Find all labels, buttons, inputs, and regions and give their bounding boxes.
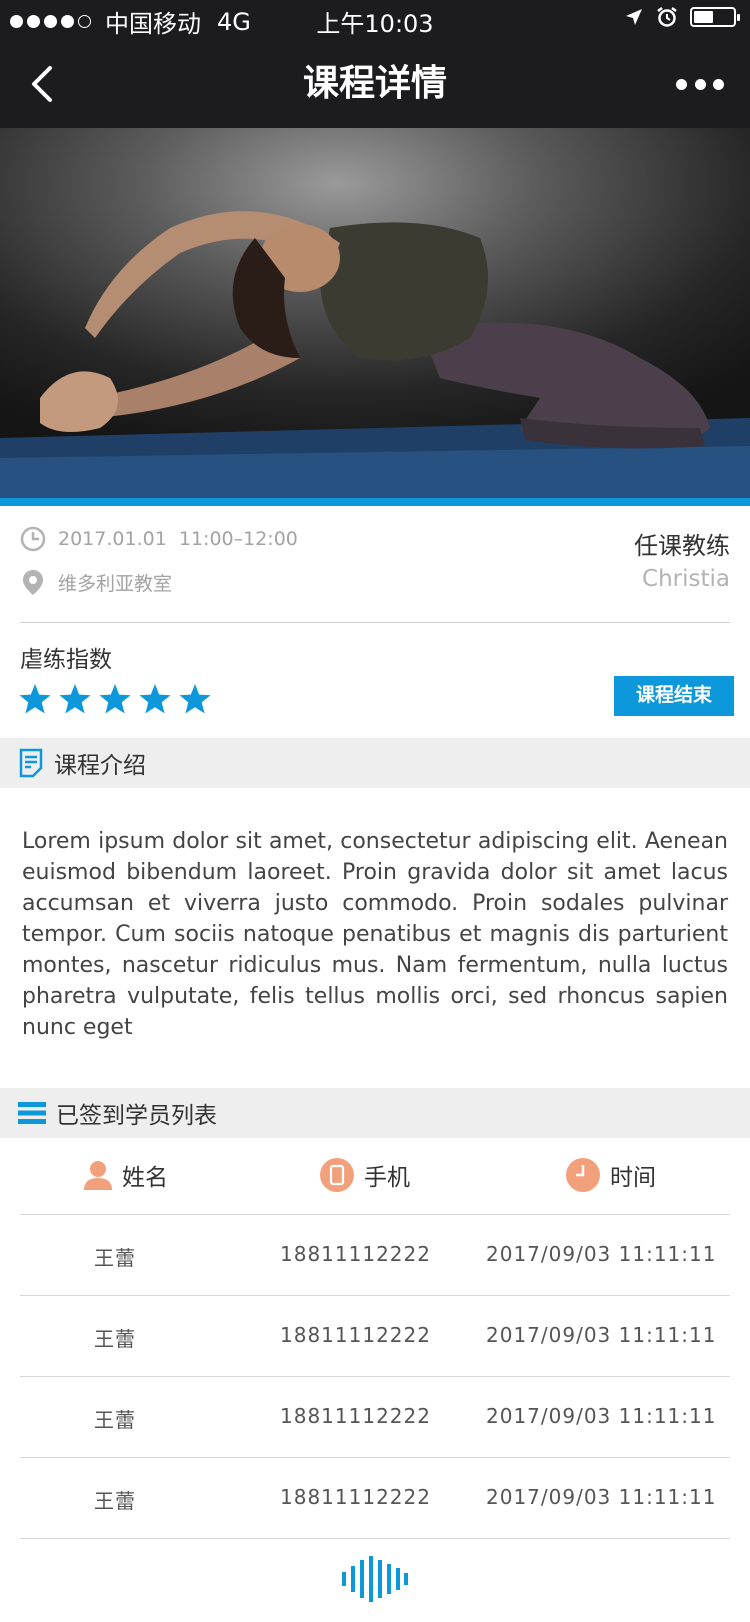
column-header-name: 姓名 [84,1158,168,1192]
battery-icon [690,7,740,27]
more-dots-icon [676,78,687,90]
attendee-phone: 18811112222 [280,1404,431,1428]
divider [20,1376,730,1377]
divider [20,622,730,623]
more-button[interactable] [676,68,724,100]
phone-icon [320,1158,354,1192]
intro-section-header: 课程介绍 [0,738,750,788]
course-datetime: 2017.01.01 11:00–12:00 [58,528,298,550]
attendee-phone: 18811112222 [280,1323,431,1347]
star-icon [179,684,211,714]
divider [20,1457,730,1458]
document-icon [19,748,43,778]
course-hero-image [0,128,750,498]
column-header-time: 时间 [566,1158,656,1192]
attendee-time: 2017/09/03 11:11:11 [486,1404,717,1428]
divider [20,1538,730,1539]
intro-section-title: 课程介绍 [54,753,146,779]
attendees-section-header: 已签到学员列表 [0,1088,750,1138]
chevron-left-icon [32,66,52,102]
attendee-name: 王蕾 [94,1408,136,1432]
divider [20,1295,730,1296]
attendee-name: 王蕾 [94,1327,136,1351]
attendees-section-title: 已签到学员列表 [56,1103,217,1129]
intensity-label: 虐练指数 [20,647,112,673]
column-header-phone: 手机 [320,1158,410,1192]
star-icon [139,684,171,714]
hero-accent-bar [0,498,750,506]
location-arrow-icon [626,9,642,25]
alarm-icon [657,7,677,27]
page-title: 课程详情 [302,63,447,104]
course-location: 维多利亚教室 [58,572,173,595]
course-datetime-row: 2017.01.01 11:00–12:00 [20,526,298,552]
user-icon [84,1161,112,1190]
intensity-rating [18,682,212,716]
teacher-label: 任课教练 [634,532,730,560]
attendee-time: 2017/09/03 11:11:11 [486,1485,717,1509]
teacher-name: Christia [642,566,730,592]
clock-icon [20,526,46,552]
yoga-photo [0,128,750,498]
location-pin-icon [23,570,43,595]
intro-text: Lorem ipsum dolor sit amet, consectetur … [22,829,728,1040]
status-bar: 中国移动 4G 上午10:03 [0,0,750,40]
star-icon [59,684,91,714]
course-location-row: 维多利亚教室 [20,568,172,596]
course-status-button[interactable]: 课程结束 [614,676,734,716]
list-icon [18,1102,46,1124]
attendee-time: 2017/09/03 11:11:11 [486,1242,717,1266]
nav-bar: 课程详情 [0,40,750,128]
star-icon [19,684,51,714]
divider [20,1214,730,1215]
star-icon [99,684,131,714]
voice-wave-icon[interactable] [340,1556,410,1602]
attendee-phone: 18811112222 [280,1485,431,1509]
attendee-name: 王蕾 [94,1246,136,1270]
clock-icon [566,1158,600,1192]
attendee-phone: 18811112222 [280,1242,431,1266]
attendee-name: 王蕾 [94,1489,136,1513]
attendee-time: 2017/09/03 11:11:11 [486,1323,717,1347]
back-button[interactable] [22,62,66,106]
